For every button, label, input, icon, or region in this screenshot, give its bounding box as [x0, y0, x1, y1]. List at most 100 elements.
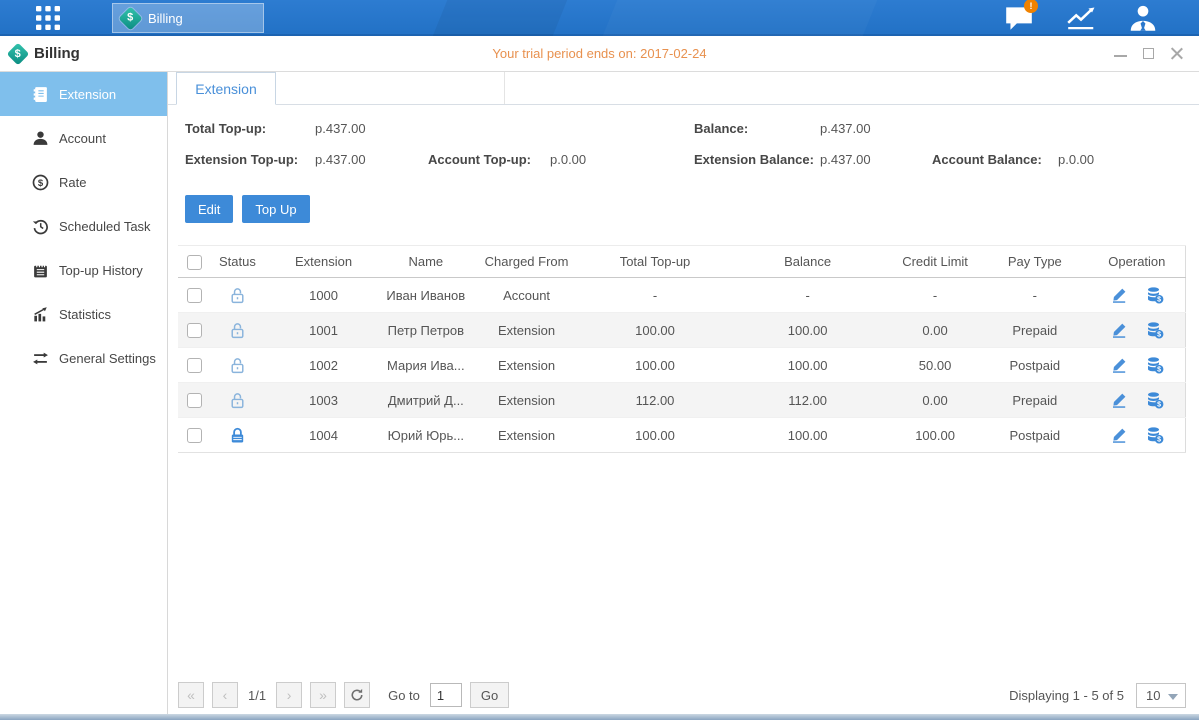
edit-icon[interactable] [1110, 321, 1128, 339]
user-icon [1127, 2, 1159, 34]
page-size-select[interactable]: 10 [1136, 683, 1186, 708]
goto-label: Go to [388, 688, 420, 703]
tab-strip: Extension [168, 72, 1199, 105]
user-menu-button[interactable] [1127, 3, 1159, 33]
svg-text:$: $ [1157, 297, 1161, 304]
page-size-value: 10 [1146, 688, 1160, 703]
billing-window-icon: $ [7, 42, 30, 65]
notifications-button[interactable]: ! [1003, 3, 1035, 33]
tab-extension[interactable]: Extension [176, 72, 276, 105]
col-pay-type: Pay Type [981, 246, 1089, 278]
window-header: $ Billing Your trial period ends on: 201… [0, 36, 1199, 72]
next-page-button[interactable]: › [276, 682, 302, 708]
taskbar: $ Billing ! [0, 0, 1199, 36]
cell-operation: $ [1089, 348, 1186, 383]
billing-summary: Total Top-up: p.437.00 Balance: p.437.00… [168, 105, 1199, 183]
svg-text:$: $ [1157, 402, 1161, 409]
refresh-icon [350, 688, 364, 702]
cell-operation: $ [1089, 383, 1186, 418]
sidebar-item-general-settings[interactable]: General Settings [0, 336, 167, 380]
topup-coins-icon[interactable]: $ [1146, 391, 1164, 409]
cell-pay-type: Postpaid [981, 418, 1089, 453]
cell-balance: 100.00 [726, 313, 889, 348]
refresh-button[interactable] [344, 682, 370, 708]
taskbar-tab-label: Billing [148, 11, 183, 26]
cell-name: Петр Петров [383, 313, 470, 348]
topup-coins-icon[interactable]: $ [1146, 356, 1164, 374]
account-balance-value: p.0.00 [1058, 152, 1094, 167]
extension-icon [32, 86, 49, 103]
sidebar-item-extension[interactable]: Extension [0, 72, 167, 116]
cell-credit-limit: 50.00 [889, 348, 981, 383]
balance-label: Balance: [694, 121, 748, 136]
topup-button[interactable]: Top Up [242, 195, 309, 223]
pagination-bar: « ‹ 1/1 › » Go to Go Displaying 1 - 5 of… [178, 682, 1186, 708]
cell-name: Дмитрий Д... [383, 383, 470, 418]
statistics-icon [32, 306, 49, 323]
cell-balance: - [726, 278, 889, 313]
lock-status-icon [228, 321, 247, 336]
extension-topup-label: Extension Top-up: [185, 152, 298, 167]
edit-icon[interactable] [1110, 426, 1128, 444]
cell-pay-type: Postpaid [981, 348, 1089, 383]
col-balance: Balance [726, 246, 889, 278]
col-extension: Extension [265, 246, 383, 278]
lock-status-icon [228, 391, 247, 406]
sidebar-item-label: Statistics [59, 307, 111, 322]
sidebar-item-statistics[interactable]: Statistics [0, 292, 167, 336]
sidebar-item-scheduled-task[interactable]: Scheduled Task [0, 204, 167, 248]
taskbar-tab-billing[interactable]: $ Billing [112, 3, 264, 33]
cell-pay-type: - [981, 278, 1089, 313]
reports-button[interactable] [1065, 3, 1097, 33]
sidebar-item-topup-history[interactable]: Top-up History [0, 248, 167, 292]
notification-badge: ! [1024, 0, 1038, 13]
topup-history-icon [32, 262, 49, 279]
prev-page-button[interactable]: ‹ [212, 682, 238, 708]
select-all-checkbox[interactable] [187, 255, 202, 270]
apps-grid-icon[interactable] [35, 5, 61, 31]
cell-extension: 1004 [265, 418, 383, 453]
page-indicator: 1/1 [248, 688, 266, 703]
sidebar-item-rate[interactable]: $ Rate [0, 160, 167, 204]
col-operation: Operation [1089, 246, 1186, 278]
row-checkbox[interactable] [187, 358, 202, 373]
row-checkbox[interactable] [187, 288, 202, 303]
window-title-group: $ Billing [10, 45, 80, 62]
cell-total-topup: 100.00 [584, 313, 726, 348]
last-page-button[interactable]: » [310, 682, 336, 708]
topup-coins-icon[interactable]: $ [1146, 321, 1164, 339]
edit-button[interactable]: Edit [185, 195, 233, 223]
maximize-icon[interactable] [1142, 47, 1155, 60]
svg-text:$: $ [38, 177, 44, 188]
topup-coins-icon[interactable]: $ [1146, 286, 1164, 304]
chevron-down-icon [1168, 694, 1178, 700]
cell-checkbox [178, 278, 210, 313]
table-row: 1003Дмитрий Д...Extension112.00112.000.0… [178, 383, 1186, 418]
cell-charged-from: Account [469, 278, 584, 313]
cell-pay-type: Prepaid [981, 383, 1089, 418]
table-row: 1004Юрий Юрь...Extension100.00100.00100.… [178, 418, 1186, 453]
cell-name: Мария Ива... [383, 348, 470, 383]
account-icon [32, 130, 49, 147]
close-icon[interactable] [1170, 47, 1183, 60]
go-button[interactable]: Go [470, 682, 509, 708]
row-checkbox[interactable] [187, 428, 202, 443]
sidebar-item-account[interactable]: Account [0, 116, 167, 160]
col-charged-from: Charged From [469, 246, 584, 278]
goto-page-input[interactable] [430, 683, 462, 707]
topup-coins-icon[interactable]: $ [1146, 426, 1164, 444]
cell-credit-limit: 0.00 [889, 313, 981, 348]
col-checkbox [178, 246, 210, 278]
edit-icon[interactable] [1110, 356, 1128, 374]
cell-checkbox [178, 418, 210, 453]
minimize-icon[interactable] [1114, 47, 1127, 60]
cell-extension: 1003 [265, 383, 383, 418]
cell-total-topup: - [584, 278, 726, 313]
edit-icon[interactable] [1110, 391, 1128, 409]
col-credit-limit: Credit Limit [889, 246, 981, 278]
edit-icon[interactable] [1110, 286, 1128, 304]
line-chart-icon [1065, 2, 1097, 34]
first-page-button[interactable]: « [178, 682, 204, 708]
row-checkbox[interactable] [187, 323, 202, 338]
row-checkbox[interactable] [187, 393, 202, 408]
